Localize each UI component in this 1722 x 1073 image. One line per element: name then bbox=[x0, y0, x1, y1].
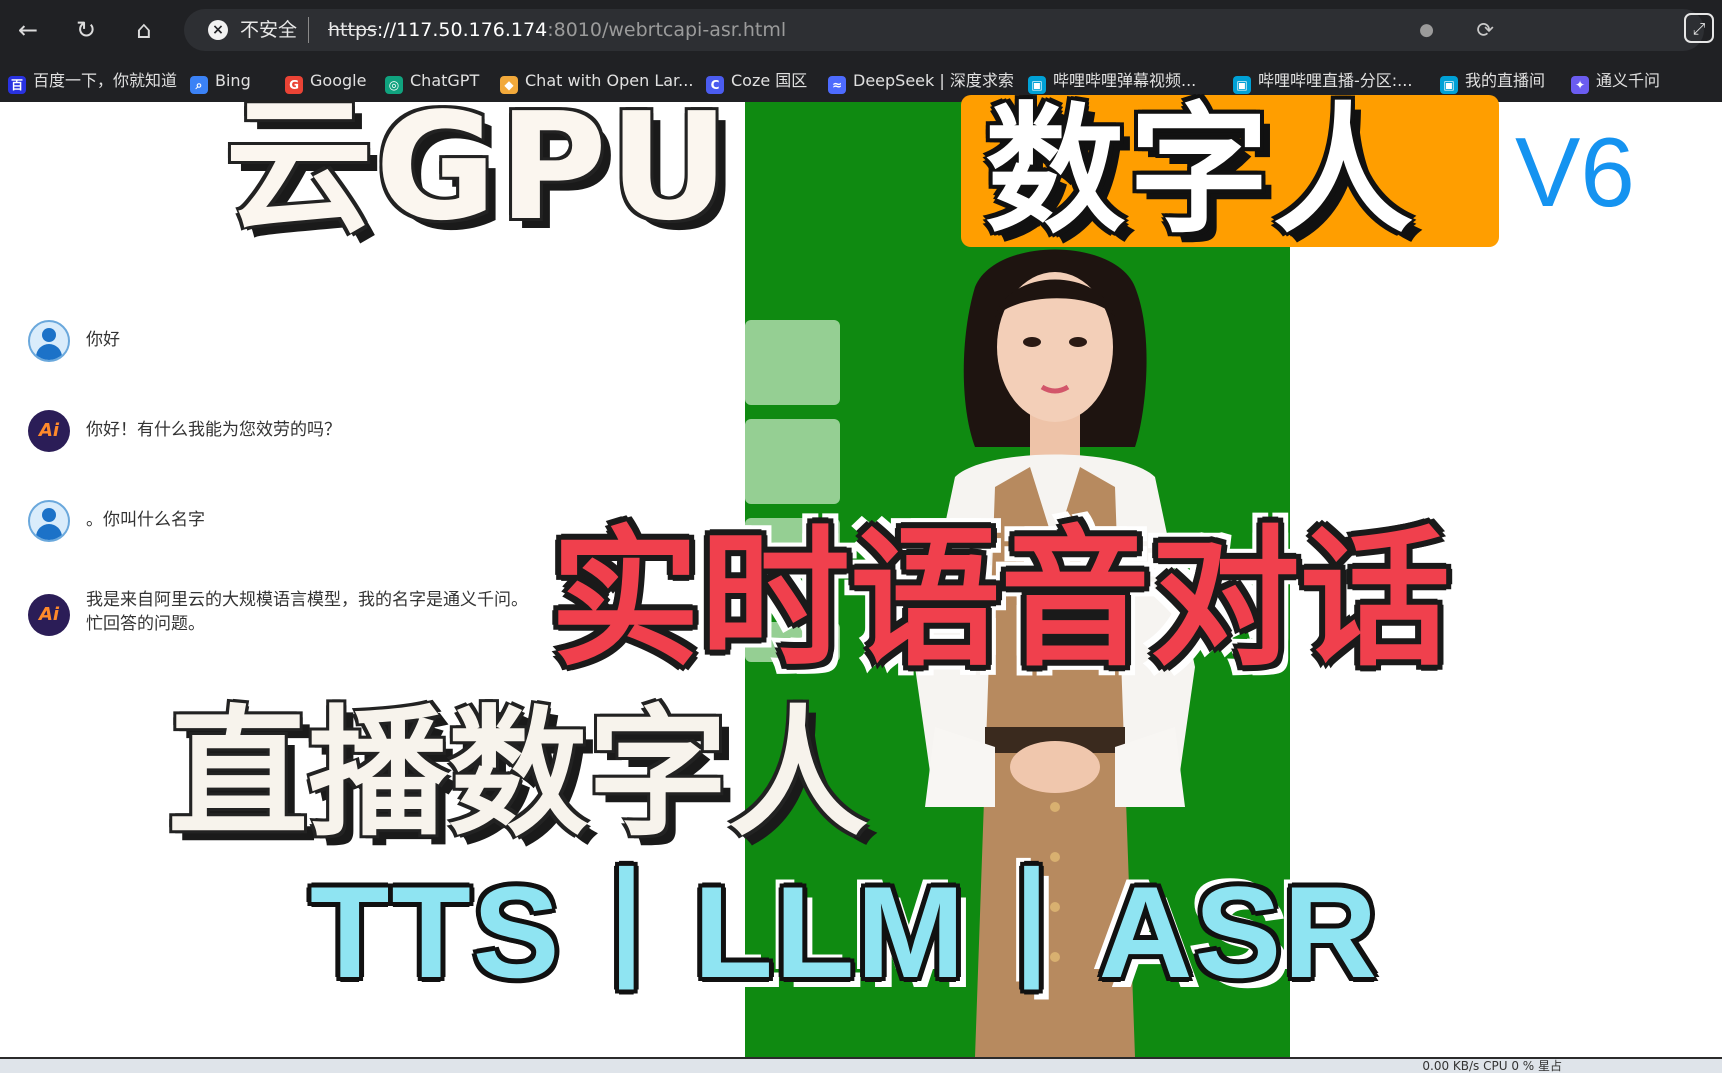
bookmark-label: 通义千问 bbox=[1596, 71, 1661, 90]
home-icon[interactable]: ⌂ bbox=[128, 14, 160, 46]
tongyi-icon: ✦ bbox=[1571, 76, 1589, 94]
search-icon: ⌕ bbox=[190, 76, 208, 94]
bookmark-label: 我的直播间 bbox=[1465, 71, 1546, 90]
bookmark-label: 哔哩哔哩直播-分区:... bbox=[1258, 71, 1413, 90]
control-button[interactable] bbox=[745, 320, 840, 405]
bookmark-label: Coze 国区 bbox=[731, 71, 808, 90]
taskbar: 0.00 KB/s CPU 0 % 星占 bbox=[0, 1057, 1722, 1073]
microphone-icon[interactable]: ● bbox=[1419, 9, 1434, 51]
address-separator bbox=[308, 17, 309, 43]
url-scheme: https bbox=[328, 19, 377, 41]
title-cloud-gpu: 云GPU bbox=[225, 81, 732, 253]
message-text-line: 我是来自阿里云的大规模语言模型，我的名字是通义千问。 bbox=[86, 590, 528, 610]
tray-status: 0.00 KB/s CPU 0 % 星占 bbox=[1422, 1059, 1562, 1073]
url-host: ://117.50.176.174 bbox=[376, 19, 548, 41]
message-text-line: 忙回答的问题。 bbox=[86, 614, 205, 634]
user-avatar-icon bbox=[28, 320, 70, 362]
bookmark-item[interactable]: 百百度一下，你就知道 bbox=[8, 60, 177, 102]
address-bar[interactable]: × 不安全 https://117.50.176.174:8010/webrtc… bbox=[184, 9, 1704, 51]
not-secure-icon[interactable]: × bbox=[208, 20, 228, 40]
deepseek-icon: ≈ bbox=[828, 76, 846, 94]
back-arrow-icon[interactable]: ← bbox=[12, 14, 44, 46]
screenshot-icon[interactable]: ⤢ bbox=[1684, 13, 1714, 43]
url-text[interactable]: https://117.50.176.174:8010/webrtcapi-as… bbox=[328, 9, 786, 51]
control-button[interactable] bbox=[745, 419, 840, 504]
message-text: 你好 bbox=[86, 330, 120, 350]
title-digital-human: 数字人 bbox=[985, 90, 1418, 253]
ai-avatar-icon: Ai bbox=[28, 594, 70, 636]
title-live-digital-human: 直播数字人 bbox=[168, 693, 869, 856]
browser-toolbar: ← ↻ ⌂ × 不安全 https://117.50.176.174:8010/… bbox=[0, 0, 1722, 60]
bookmark-label: 哔哩哔哩弹幕视频... bbox=[1053, 71, 1197, 90]
tech-stack-label: TTS丨LLM丨ASR bbox=[310, 859, 1380, 1005]
message-text: 。你叫什么名字 bbox=[86, 510, 205, 530]
baidu-icon: 百 bbox=[8, 76, 26, 94]
version-label: V6 bbox=[1515, 117, 1635, 227]
bilibili-icon: ▣ bbox=[1440, 76, 1458, 94]
ai-avatar-icon: Ai bbox=[28, 410, 70, 452]
bookmark-label: 百度一下，你就知道 bbox=[33, 71, 178, 90]
reload-icon[interactable]: ↻ bbox=[70, 14, 102, 46]
title-realtime-voice: 实时语音对话 bbox=[550, 513, 1451, 687]
bookmark-item[interactable]: ✦ 通义千问 bbox=[1571, 60, 1660, 102]
bookmark-label: DeepSeek | 深度求索 bbox=[853, 71, 1014, 90]
message-text: 你好！有什么我能为您效劳的吗？ bbox=[86, 420, 341, 440]
security-warning[interactable]: 不安全 bbox=[240, 9, 297, 51]
url-path: :8010/webrtcapi-asr.html bbox=[547, 19, 787, 41]
user-avatar-icon bbox=[28, 500, 70, 542]
edge-extension-icon[interactable]: ⟳ bbox=[1476, 9, 1494, 51]
